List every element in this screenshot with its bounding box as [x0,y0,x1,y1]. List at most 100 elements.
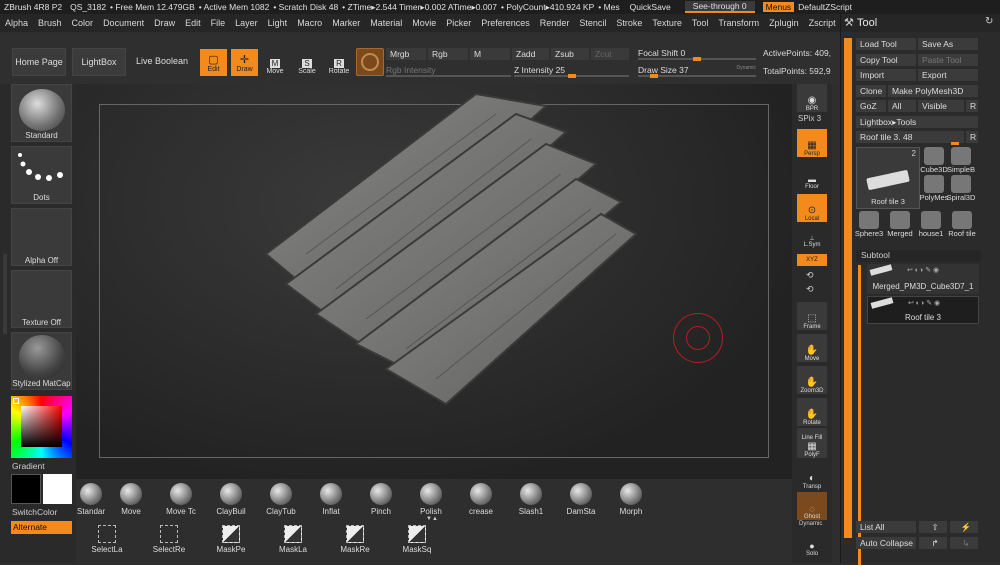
move-down-button[interactable]: ↳ [950,537,978,549]
persp-button[interactable]: ▦ Persp [797,129,827,157]
tool-scrollbar[interactable] [844,38,852,538]
menu-movie[interactable]: Movie [412,18,436,28]
dynamic-label[interactable]: Dynamic [737,65,756,71]
mask-brush-1[interactable]: SelectRe [138,525,200,554]
rotate-view-button[interactable]: ✋ Rotate [797,398,827,426]
mask-brush-3[interactable]: MaskLa [262,525,324,554]
goz-button[interactable]: GoZ [856,100,886,112]
subtool-header[interactable]: Subtool [856,250,981,262]
menu-zscript[interactable]: Zscript [809,18,836,28]
brush-9[interactable]: Slash1 [506,483,556,516]
brush-3[interactable]: ClayBuil [206,483,256,516]
mask-brush-2[interactable]: MaskPe [200,525,262,554]
focal-shift-slider[interactable]: Focal Shift 0 [638,48,756,61]
lightbox-button[interactable]: LightBox [72,48,126,76]
subtool-1-toggles[interactable]: ↩ ◐◑ ✎ ◉ [907,266,939,274]
subtool-item-1[interactable]: ↩ ◐◑ ✎ ◉ Merged_PM3D_Cube3D7_1 [867,264,979,294]
load-tool-button[interactable]: Load Tool [856,38,916,50]
left-tray-handle[interactable] [3,254,7,334]
menu-document[interactable]: Document [103,18,144,28]
brush-11[interactable]: Morph [606,483,656,516]
brush-8[interactable]: crease [456,483,506,516]
primary-color-swatch[interactable] [43,474,72,504]
local-button[interactable]: ⊙ Local [797,194,827,222]
subtool-scrollbar[interactable] [858,265,861,565]
sv-square[interactable] [21,406,62,447]
focal-shift-knob[interactable] [693,57,701,61]
brush-thumbnail[interactable]: Standard [11,84,72,142]
menu-transform[interactable]: Transform [718,18,759,28]
subtool-2-toggles[interactable]: ↩ ◐◑ ✎ ◉ [908,299,940,307]
visible-button[interactable]: Visible [918,100,964,112]
gradient-label[interactable]: Gradient [12,461,45,471]
list-all-button[interactable]: List All [856,521,916,533]
alpha-thumbnail[interactable]: Alpha Off [11,208,72,266]
roof-tiles-mesh[interactable] [246,84,666,414]
brush-6[interactable]: Pinch [356,483,406,516]
draw-size-slider[interactable]: Draw Size 37 Dynamic [638,65,756,78]
tool-1[interactable]: SimpleB [947,147,975,174]
transp-button[interactable]: ◐ Transp [797,462,827,490]
default-zscript[interactable]: DefaultZScript [798,2,852,12]
brush-1[interactable]: Move [106,483,156,516]
menu-edit[interactable]: Edit [185,18,201,28]
edit-button[interactable]: ▢ Edit [200,49,227,76]
tray-collapse-icon[interactable]: ▼▲ [426,516,438,522]
menu-texture[interactable]: Texture [652,18,682,28]
menu-picker[interactable]: Picker [446,18,471,28]
menu-stencil[interactable]: Stencil [579,18,606,28]
save-as-button[interactable]: Save As [918,38,978,50]
brush-4[interactable]: ClayTub [256,483,306,516]
menu-light[interactable]: Light [268,18,288,28]
menu-file[interactable]: File [211,18,226,28]
all-button[interactable]: All [888,100,916,112]
rotate-y-icon[interactable]: ⟲ [806,284,814,295]
zcut-button[interactable]: Zcut [591,48,629,60]
scale-button[interactable]: S Scale [296,51,318,75]
polyf-button[interactable]: Line Fill ▦ PolyF [797,428,827,458]
move-up-button[interactable]: ⇧ [919,521,947,533]
tool-0[interactable]: Cube3D [920,147,948,174]
tool-6[interactable]: house1 [918,211,944,238]
move-view-button[interactable]: ✋ Move [797,334,827,362]
tool-2[interactable]: PolyMes [920,175,948,202]
zadd-button[interactable]: Zadd [512,48,549,60]
see-through-slider[interactable]: See-through 0 [684,1,755,13]
m-button[interactable]: M [470,48,510,60]
mask-brush-0[interactable]: SelectLa [76,525,138,554]
menu-stroke[interactable]: Stroke [616,18,642,28]
home-page-button[interactable]: Home Page [12,48,66,76]
brush-0[interactable]: Standar [76,483,106,516]
z-intensity-slider[interactable]: Z Intensity 25 [514,65,629,78]
secondary-color-swatch[interactable] [11,474,41,504]
spix-slider[interactable]: SPix 3 [798,114,821,123]
material-swatch[interactable] [356,48,384,76]
menu-zplugin[interactable]: Zplugin [769,18,799,28]
color-picker[interactable] [11,396,72,458]
draw-size-knob[interactable] [650,74,658,78]
copy-tool-button[interactable]: Copy Tool [856,54,916,66]
solo-button[interactable]: ● Solo [797,529,827,557]
make-polymesh-button[interactable]: Make PolyMesh3D [888,85,978,97]
switch-color-button[interactable]: SwitchColor [12,507,57,517]
brush-5[interactable]: Inflat [306,483,356,516]
auto-collapse-button[interactable]: Auto Collapse [856,537,916,549]
floor-button[interactable]: ▬ Floor [797,162,827,190]
menu-color[interactable]: Color [72,18,94,28]
tool-4[interactable]: Sphere3 [855,211,883,238]
zoom3d-button[interactable]: ✋ Zoom3D [797,366,827,394]
rotate-x-icon[interactable]: ⟲ [806,270,814,281]
tool-7[interactable]: Roof tile [948,211,976,238]
bpr-button[interactable]: ◉ BPR [797,84,827,112]
current-tool-slider[interactable]: Roof tile 3. 48 [856,131,964,143]
draw-button[interactable]: ✛ Draw [231,49,258,76]
frame-button[interactable]: ⬚ Frame [797,302,827,330]
move-right-button[interactable]: ↱ [919,537,947,549]
stroke-thumbnail[interactable]: Dots [11,146,72,204]
menu-alpha[interactable]: Alpha [5,18,28,28]
menu-macro[interactable]: Macro [297,18,322,28]
move-button[interactable]: M Move [264,51,286,75]
menu-preferences[interactable]: Preferences [481,18,530,28]
current-tool-knob[interactable] [951,142,959,145]
clone-button[interactable]: Clone [856,85,886,97]
